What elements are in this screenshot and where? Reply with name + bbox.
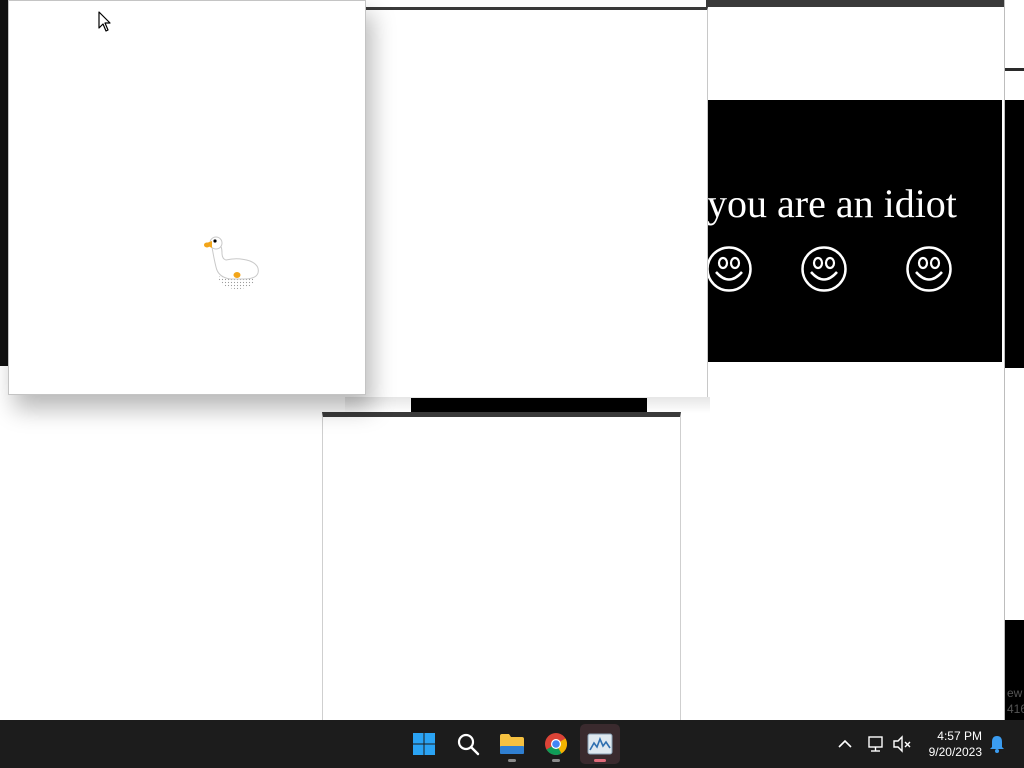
goose-popup-window[interactable] bbox=[8, 0, 366, 395]
goose-icon[interactable] bbox=[194, 233, 264, 295]
task-manager-button[interactable] bbox=[580, 724, 620, 764]
running-indicator bbox=[552, 759, 560, 762]
background-window-edge-right: ew 416 bbox=[1004, 0, 1024, 720]
black-window-fragment bbox=[411, 398, 647, 412]
taskbar: 4:57 PM 9/20/2023 bbox=[0, 720, 1024, 768]
active-indicator bbox=[594, 759, 606, 762]
clock-time: 4:57 PM bbox=[937, 729, 982, 743]
windows-start-icon bbox=[413, 733, 435, 755]
task-manager-icon bbox=[587, 733, 613, 755]
network-icon[interactable] bbox=[866, 734, 886, 754]
smiley-icon bbox=[707, 246, 752, 292]
window-border bbox=[1005, 68, 1024, 71]
background-window-edge bbox=[0, 0, 8, 366]
show-hidden-icons-chevron-icon[interactable] bbox=[836, 734, 854, 754]
idiot-popup-window[interactable]: you are an idiot bbox=[707, 100, 1002, 362]
mouse-cursor-icon bbox=[98, 11, 111, 32]
folder-icon bbox=[500, 734, 524, 754]
black-window-fragment bbox=[1005, 100, 1024, 368]
smiley-icon bbox=[801, 246, 847, 292]
smiley-icon bbox=[906, 246, 952, 292]
window-text-fragment: ew bbox=[1007, 686, 1023, 700]
chrome-button[interactable] bbox=[536, 724, 576, 764]
start-button[interactable] bbox=[404, 724, 444, 764]
blank-popup-window[interactable] bbox=[365, 7, 708, 398]
clock-date: 9/20/2023 bbox=[928, 745, 982, 759]
blank-popup-window-lower[interactable] bbox=[322, 412, 681, 720]
search-icon bbox=[457, 733, 480, 756]
notification-bell-icon[interactable] bbox=[988, 734, 1006, 754]
volume-muted-icon[interactable] bbox=[892, 734, 912, 754]
search-button[interactable] bbox=[448, 724, 488, 764]
chrome-icon bbox=[545, 733, 567, 755]
running-indicator bbox=[508, 759, 516, 762]
window-text-fragment: 416 bbox=[1007, 702, 1024, 716]
idiot-message: you are an idiot bbox=[707, 181, 957, 226]
file-explorer-button[interactable] bbox=[492, 724, 532, 764]
system-clock[interactable]: 4:57 PM 9/20/2023 bbox=[918, 728, 982, 760]
